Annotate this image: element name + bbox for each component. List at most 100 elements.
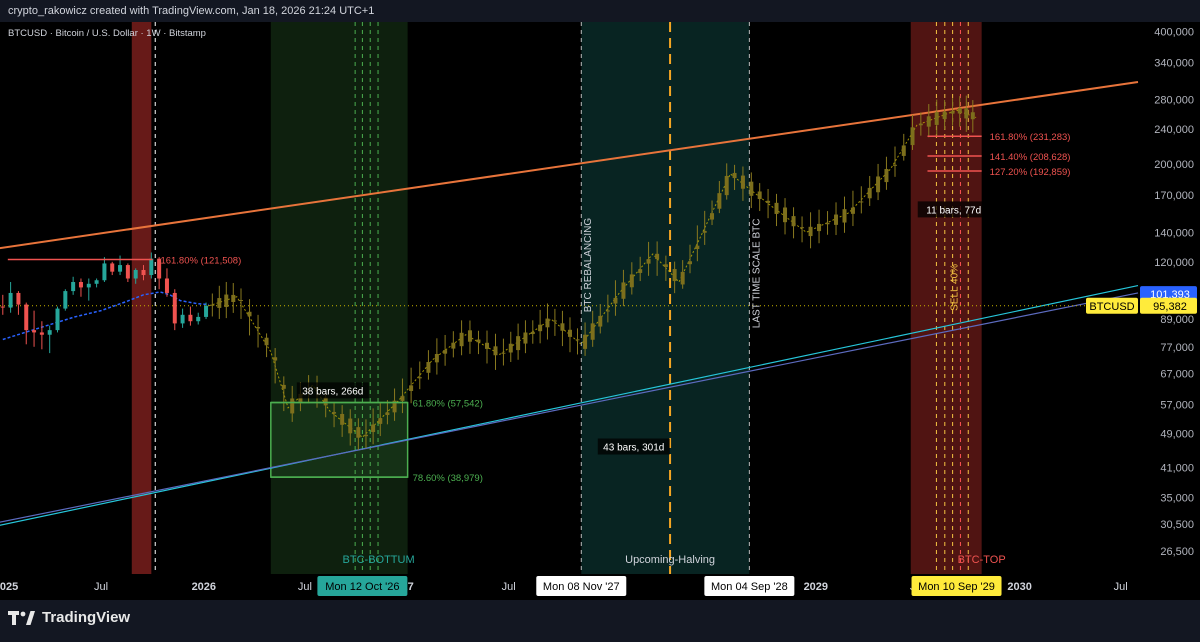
projection-candle-body <box>400 396 405 401</box>
projection-candle-body <box>964 108 969 119</box>
candle-body <box>188 314 193 322</box>
candle-body <box>110 263 115 272</box>
projection-candle-body <box>876 176 881 193</box>
candle-body <box>125 265 130 279</box>
vertical-annotation: SELL 40% <box>950 264 961 311</box>
candle-body <box>94 280 99 284</box>
projection-candle-body <box>613 297 618 304</box>
projection-candle-body <box>800 227 805 229</box>
projection-candle-body <box>575 339 580 341</box>
projection-candle-body <box>467 330 472 342</box>
projection-candle-body <box>363 434 368 437</box>
projection-candle-body <box>749 181 754 196</box>
projection-candle-body <box>523 332 528 344</box>
candle-body <box>141 269 146 276</box>
projection-candle-body <box>210 304 215 306</box>
y-tick-label: 49,000 <box>1160 428 1194 440</box>
candle-body <box>180 314 185 324</box>
projection-candle-body <box>545 318 550 328</box>
projection-candle-body <box>239 300 244 302</box>
projection-candle-body <box>590 323 595 340</box>
projection-candle-body <box>783 207 788 223</box>
x-tick-label: 2025 <box>0 581 18 593</box>
fib-level-label: 141.40% (208,628) <box>990 152 1071 163</box>
x-highlight-label: Mon 10 Sep '29 <box>918 581 995 593</box>
candle-body <box>16 292 21 305</box>
projection-candle-body <box>942 111 947 120</box>
projection-candle-body <box>378 418 383 424</box>
projection-candle-body <box>918 123 923 126</box>
time-band <box>131 22 152 574</box>
projection-candle-body <box>724 175 729 196</box>
candle-body <box>133 269 138 279</box>
projection-candle-body <box>850 207 855 214</box>
chart-annotation: Upcoming-Halving <box>625 554 715 566</box>
chart-annotation: BTC-TOP <box>958 554 1006 566</box>
projection-candle-body <box>217 298 222 308</box>
projection-candle-body <box>672 269 677 282</box>
projection-candle-body <box>621 282 626 299</box>
projection-candle-body <box>332 412 337 414</box>
projection-candle-body <box>859 201 864 203</box>
price-chart[interactable]: 161.80% (121,508) 161.80% (231,283) 141.40… <box>0 0 1200 600</box>
projection-candle-body <box>732 172 737 179</box>
candle-body <box>24 304 29 331</box>
fib-level-label: 161.80% (121,508) <box>160 255 241 266</box>
x-tick-label: 2030 <box>1007 581 1031 593</box>
projection-candle-body <box>970 112 975 120</box>
projection-candle-body <box>710 213 715 220</box>
projection-candle-body <box>348 418 353 434</box>
x-highlight-label: Mon 04 Sep '28 <box>711 581 788 593</box>
projection-candle-body <box>957 108 962 114</box>
candle-body <box>39 332 44 335</box>
y-tick-label: 280,000 <box>1154 95 1194 107</box>
y-tick-label: 26,500 <box>1160 546 1194 558</box>
y-tick-label: 35,000 <box>1160 493 1194 505</box>
projection-candle-body <box>484 342 489 349</box>
projection-candle-body <box>825 222 830 225</box>
projection-candle-body <box>264 337 269 346</box>
projection-candle-body <box>501 352 506 354</box>
projection-candle-body <box>409 385 414 391</box>
y-tick-label: 57,000 <box>1160 399 1194 411</box>
projection-candle-body <box>629 274 634 288</box>
candle-body <box>78 282 83 288</box>
candle-body <box>63 291 68 309</box>
candle-body <box>8 292 13 308</box>
projection-candle-body <box>443 350 448 354</box>
candle-body <box>149 258 154 276</box>
projection-candle-body <box>508 343 513 353</box>
projection-candle-body <box>323 397 328 406</box>
tradingview-logo-icon <box>8 610 35 625</box>
projection-candle-body <box>598 315 603 327</box>
tradingview-logo[interactable]: TradingView <box>8 609 130 626</box>
price-label: 95,382 <box>1153 301 1187 313</box>
projection-candle-body <box>385 412 390 416</box>
y-tick-label: 200,000 <box>1154 159 1194 171</box>
projection-candle-body <box>247 311 252 317</box>
projection-candle-body <box>834 214 839 225</box>
candle-body <box>0 306 5 308</box>
projection-candle-body <box>791 216 796 227</box>
fib-level-label: 127.20% (192,859) <box>990 167 1071 178</box>
projection-candle-body <box>538 324 543 332</box>
projection-candle-body <box>926 116 931 127</box>
time-band <box>270 22 408 574</box>
projection-candle-body <box>516 336 521 351</box>
projection-candle-body <box>893 164 898 166</box>
y-tick-label: 89,000 <box>1160 314 1194 326</box>
candle-body <box>196 316 201 322</box>
candle-body <box>32 330 37 333</box>
y-tick-label: 240,000 <box>1154 124 1194 136</box>
projection-candle-body <box>273 357 278 361</box>
projection-candle-body <box>493 346 498 356</box>
vertical-annotation: BTC REBALANCING <box>583 218 594 313</box>
x-tick-label: 2026 <box>192 581 216 593</box>
projection-candle-body <box>638 269 643 273</box>
projection-candle-body <box>901 145 906 156</box>
symbol-line: BTCUSD · Bitcoin / U.S. Dollar · 1W · Bi… <box>8 28 206 39</box>
projection-candle-body <box>583 334 588 349</box>
candle-body <box>172 292 177 324</box>
measure-label: 38 bars, 266d <box>302 386 363 397</box>
projection-candle-body <box>680 271 685 285</box>
